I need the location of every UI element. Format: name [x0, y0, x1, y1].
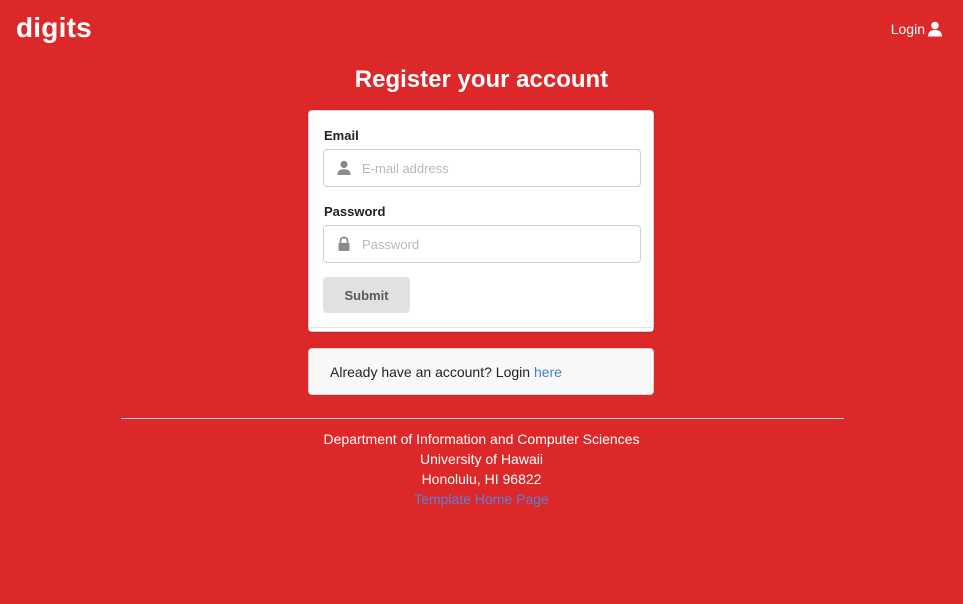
password-input[interactable] [362, 226, 632, 262]
template-home-link[interactable]: Template Home Page [414, 491, 549, 507]
email-label: Email [324, 128, 359, 143]
email-field-wrapper [323, 149, 641, 187]
navbar: digits Login [0, 0, 963, 60]
register-form: Email Password Submit [308, 110, 654, 332]
page-title: Register your account [354, 66, 609, 93]
footer-university: University of Hawaii [420, 451, 543, 467]
footer: Department of Information and Computer S… [0, 429, 963, 509]
email-input[interactable] [362, 150, 632, 186]
password-field-wrapper [323, 225, 641, 263]
login-label: Login [890, 21, 925, 37]
submit-button[interactable]: Submit [323, 277, 410, 313]
footer-department: Department of Information and Computer S… [323, 431, 640, 447]
user-icon [928, 21, 942, 37]
footer-address: Honolulu, HI 96822 [421, 471, 542, 487]
login-here-link[interactable]: here [534, 364, 562, 380]
password-label: Password [324, 204, 386, 219]
login-prompt-message: Already have an account? Login here [308, 348, 654, 395]
user-icon [337, 160, 351, 175]
login-prompt-text: Already have an account? Login [330, 364, 534, 380]
login-menu-button[interactable]: Login [891, 21, 943, 37]
login-prompt: Already have an account? Login here [330, 364, 562, 380]
brand-logo[interactable]: digits [16, 12, 92, 44]
lock-icon [338, 236, 350, 251]
footer-divider [121, 418, 844, 419]
